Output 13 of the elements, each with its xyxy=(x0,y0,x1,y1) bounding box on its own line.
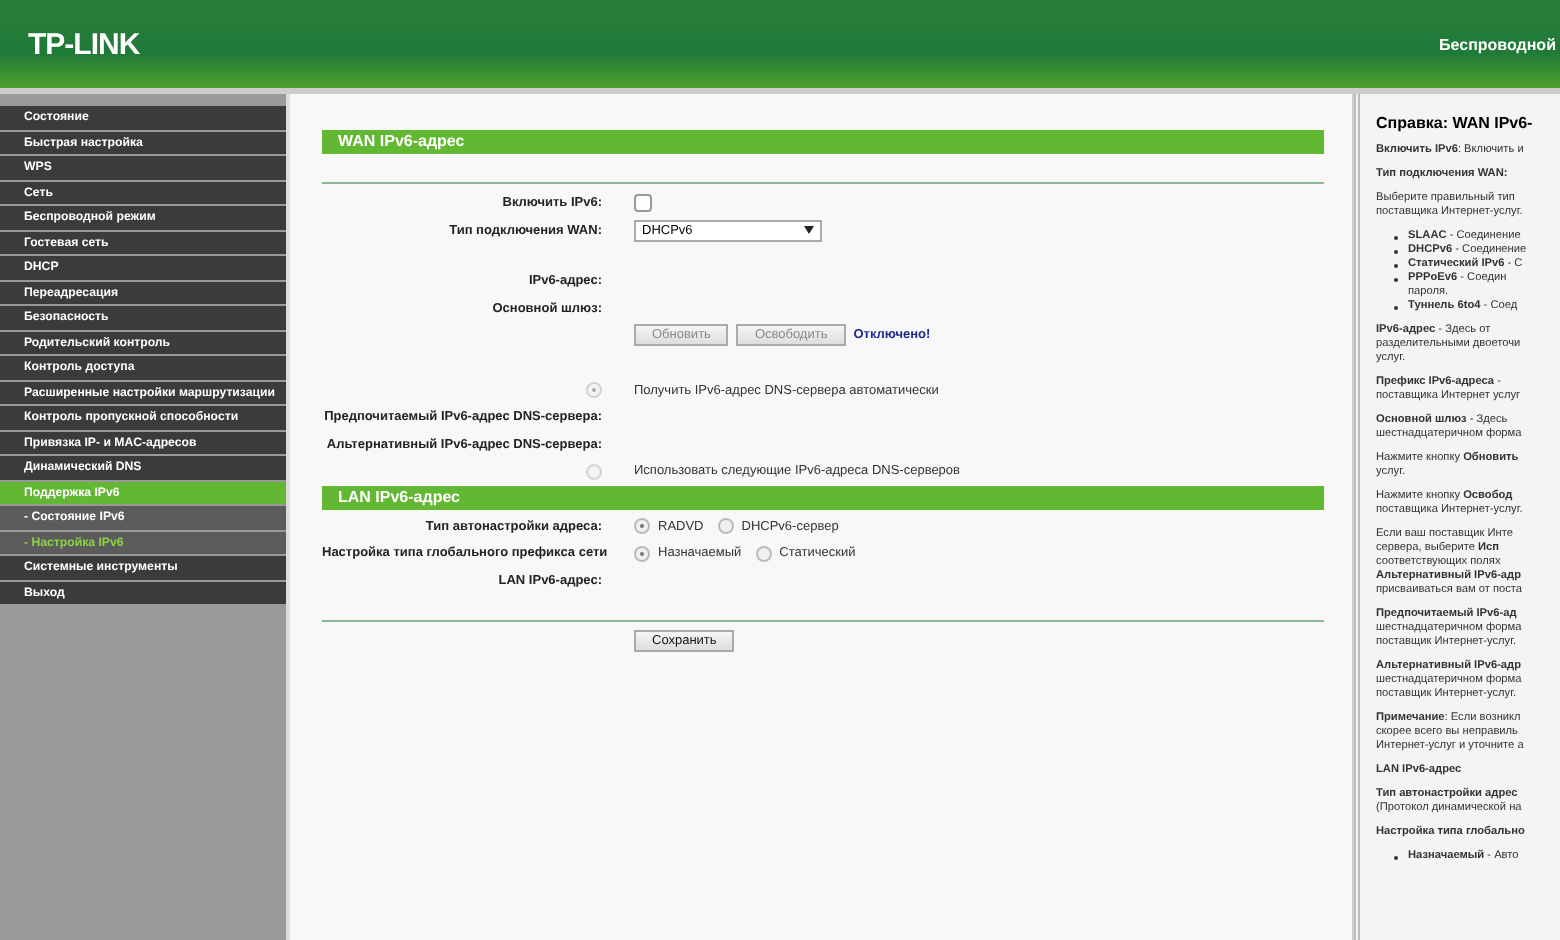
section-header: LAN IPv6-адрес xyxy=(322,485,1324,509)
dropdown-caret-icon xyxy=(804,226,814,235)
radio-button[interactable] xyxy=(586,463,602,480)
radio-button[interactable] xyxy=(634,518,650,535)
section-header: WAN IPv6-адрес xyxy=(322,130,1324,154)
help-title: Справка: WAN IPv6- xyxy=(1376,114,1535,132)
radio-button[interactable] xyxy=(586,382,602,399)
radio-button[interactable] xyxy=(717,518,734,535)
radio-button[interactable] xyxy=(755,545,772,562)
radio-button[interactable] xyxy=(634,545,650,562)
checkbox[interactable] xyxy=(634,194,652,213)
logo: TP-LINK xyxy=(28,27,140,61)
header-title: Беспроводной xyxy=(1439,35,1558,53)
